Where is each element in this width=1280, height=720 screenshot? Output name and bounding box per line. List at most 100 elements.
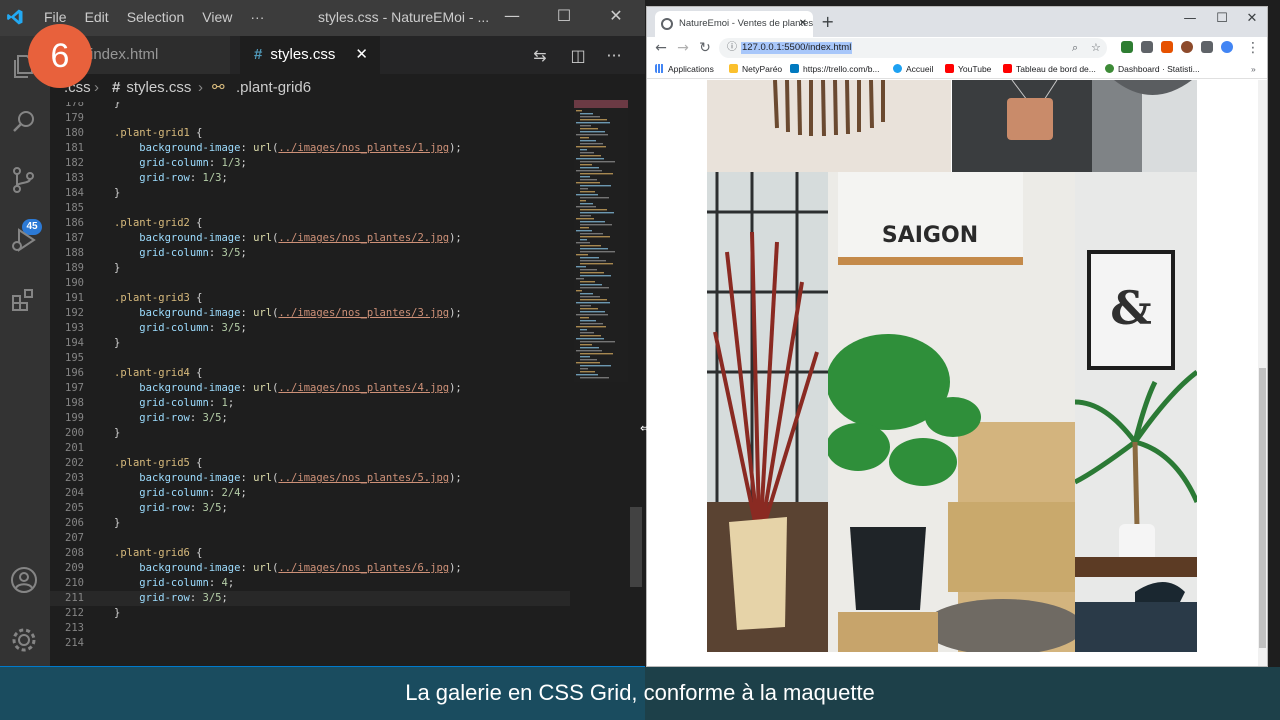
extension-icon[interactable] [1161, 41, 1173, 53]
code-editor[interactable]: 178} 179 180 .plant-grid1 {181 background-i… [50, 102, 570, 666]
code-line[interactable]: 180 .plant-grid1 { [50, 126, 570, 141]
code-line[interactable]: 194} [50, 336, 570, 351]
profile-avatar[interactable] [1221, 41, 1233, 53]
code-line[interactable]: 186 .plant-grid2 { [50, 216, 570, 231]
back-arrow-icon[interactable]: ← [653, 39, 669, 57]
menu-view[interactable]: View [202, 9, 232, 25]
maximize-button[interactable]: ☐ [554, 6, 574, 25]
chrome-maximize-button[interactable]: ☐ [1215, 11, 1229, 26]
code-line[interactable]: 195 [50, 351, 570, 366]
code-line[interactable]: 208 .plant-grid6 { [50, 546, 570, 561]
code-line[interactable]: 191 .plant-grid3 { [50, 291, 570, 306]
chrome-tab[interactable]: NatureEmoi - Ventes de plantes ✕ [655, 11, 813, 37]
trello-icon [790, 64, 799, 73]
code-line[interactable]: 188 grid-column: 3/5; [50, 246, 570, 261]
page-scrollbar-thumb[interactable] [1259, 368, 1266, 648]
code-line[interactable]: 200} [50, 426, 570, 441]
bookmarks-overflow-icon[interactable]: » [1251, 63, 1256, 75]
bookmark-trello[interactable]: https://trello.com/b... [790, 63, 880, 75]
bookmark-star-icon[interactable]: ☆ [1091, 38, 1101, 58]
source-control-icon[interactable] [10, 166, 38, 194]
code-text: .plant-grid1 { [114, 127, 203, 139]
bookmark-dashboard[interactable]: Dashboard · Statisti... [1105, 63, 1200, 75]
code-line[interactable]: 182 grid-column: 1/3; [50, 156, 570, 171]
chrome-minimize-button[interactable]: — [1183, 11, 1197, 26]
menu-selection[interactable]: Selection [127, 9, 185, 25]
close-window-button[interactable]: ✕ [606, 6, 626, 25]
page-scrollbar[interactable] [1258, 80, 1267, 666]
code-line[interactable]: 184} [50, 186, 570, 201]
code-line[interactable]: 199 grid-row: 3/5; [50, 411, 570, 426]
search-icon[interactable] [10, 108, 38, 136]
bookmark-tableau-de-bord[interactable]: Tableau de bord de... [1003, 63, 1096, 75]
apps-grid-icon [655, 64, 664, 73]
code-text: grid-row: 3/5; [139, 412, 228, 424]
chrome-tab-close-icon[interactable]: ✕ [799, 11, 807, 37]
code-line[interactable]: 198 grid-column: 1; [50, 396, 570, 411]
more-actions-icon[interactable]: ··· [604, 46, 624, 66]
code-line[interactable]: 209 background-image: url(../images/nos_… [50, 561, 570, 576]
code-line[interactable]: 212} [50, 606, 570, 621]
breadcrumb-file[interactable]: # styles.css [112, 74, 191, 102]
split-editor-icon[interactable]: ◫ [568, 46, 588, 66]
code-line[interactable]: 210 grid-column: 4; [50, 576, 570, 591]
tab-index-html[interactable]: index.html [80, 36, 230, 74]
chrome-toolbar: ← → ↻ ⓘ 127.0.0.1:5500/index.html ⌕ ☆ ⋮ [647, 37, 1267, 59]
account-icon[interactable] [10, 566, 38, 594]
tab-close-icon[interactable]: ✕ [355, 36, 368, 74]
code-line[interactable]: 211 grid-row: 3/5; [50, 591, 570, 606]
code-line[interactable]: 205 grid-row: 3/5; [50, 501, 570, 516]
extension-icon[interactable] [1141, 41, 1153, 53]
code-line[interactable]: 190 [50, 276, 570, 291]
tab-styles-css[interactable]: # styles.css ✕ [240, 36, 380, 74]
code-line[interactable]: 213 [50, 621, 570, 636]
code-line[interactable]: 193 grid-column: 3/5; [50, 321, 570, 336]
code-line[interactable]: 196 .plant-grid4 { [50, 366, 570, 381]
code-line[interactable]: 214 [50, 636, 570, 651]
code-line[interactable]: 202 .plant-grid5 { [50, 456, 570, 471]
address-bar[interactable]: ⓘ 127.0.0.1:5500/index.html ⌕ ☆ [719, 38, 1107, 58]
reload-icon[interactable]: ↻ [697, 39, 713, 57]
editor-scrollbar[interactable] [628, 102, 644, 666]
cookie-extension-icon[interactable] [1181, 41, 1193, 53]
code-line[interactable]: 185 [50, 201, 570, 216]
scrollbar-thumb[interactable] [630, 507, 642, 587]
code-line[interactable]: 201 [50, 441, 570, 456]
code-line[interactable]: 197 background-image: url(../images/nos_… [50, 381, 570, 396]
bookmark-youtube[interactable]: YouTube [945, 63, 991, 75]
extension-icon[interactable] [1121, 41, 1133, 53]
bookmark-netypareo[interactable]: NetyParéo [729, 63, 782, 75]
code-line[interactable]: 204 grid-column: 2/4; [50, 486, 570, 501]
minimap[interactable] [574, 100, 628, 382]
menu-bar: File Edit Selection View ··· [44, 9, 282, 25]
chrome-menu-icon[interactable]: ⋮ [1245, 39, 1261, 57]
minimize-button[interactable]: — [502, 6, 522, 25]
code-line[interactable]: 192 background-image: url(../images/nos_… [50, 306, 570, 321]
zoom-search-icon[interactable]: ⌕ [1072, 38, 1078, 58]
code-line[interactable]: 203 background-image: url(../images/nos_… [50, 471, 570, 486]
extensions-icon[interactable] [10, 286, 38, 314]
run-debug-icon[interactable] [10, 226, 38, 254]
code-line[interactable]: 206} [50, 516, 570, 531]
menu-more[interactable]: ··· [250, 9, 264, 25]
new-tab-button[interactable]: + [821, 12, 834, 31]
code-line[interactable]: 181 background-image: url(../images/nos_… [50, 141, 570, 156]
breadcrumb-symbol[interactable]: .plant-grid6 [236, 74, 311, 102]
bookmark-applications[interactable]: Applications [655, 63, 714, 75]
compare-changes-icon[interactable]: ⇆ [530, 46, 550, 66]
code-line[interactable]: 189} [50, 261, 570, 276]
menu-file[interactable]: File [44, 9, 67, 25]
code-line[interactable]: 179 [50, 111, 570, 126]
line-number: 212 [65, 607, 84, 619]
code-line[interactable]: 183 grid-row: 1/3; [50, 171, 570, 186]
menu-edit[interactable]: Edit [85, 9, 109, 25]
code-line[interactable]: 207 [50, 531, 570, 546]
bookmark-accueil[interactable]: Accueil [893, 63, 933, 75]
forward-arrow-icon[interactable]: → [675, 39, 691, 57]
puzzle-extensions-icon[interactable] [1201, 41, 1213, 53]
address-url[interactable]: 127.0.0.1:5500/index.html [741, 42, 853, 54]
code-line[interactable]: 187 background-image: url(../images/nos_… [50, 231, 570, 246]
code-line[interactable]: 178} [50, 102, 570, 111]
settings-gear-icon[interactable] [10, 626, 38, 654]
chrome-close-button[interactable]: ✕ [1245, 11, 1259, 26]
